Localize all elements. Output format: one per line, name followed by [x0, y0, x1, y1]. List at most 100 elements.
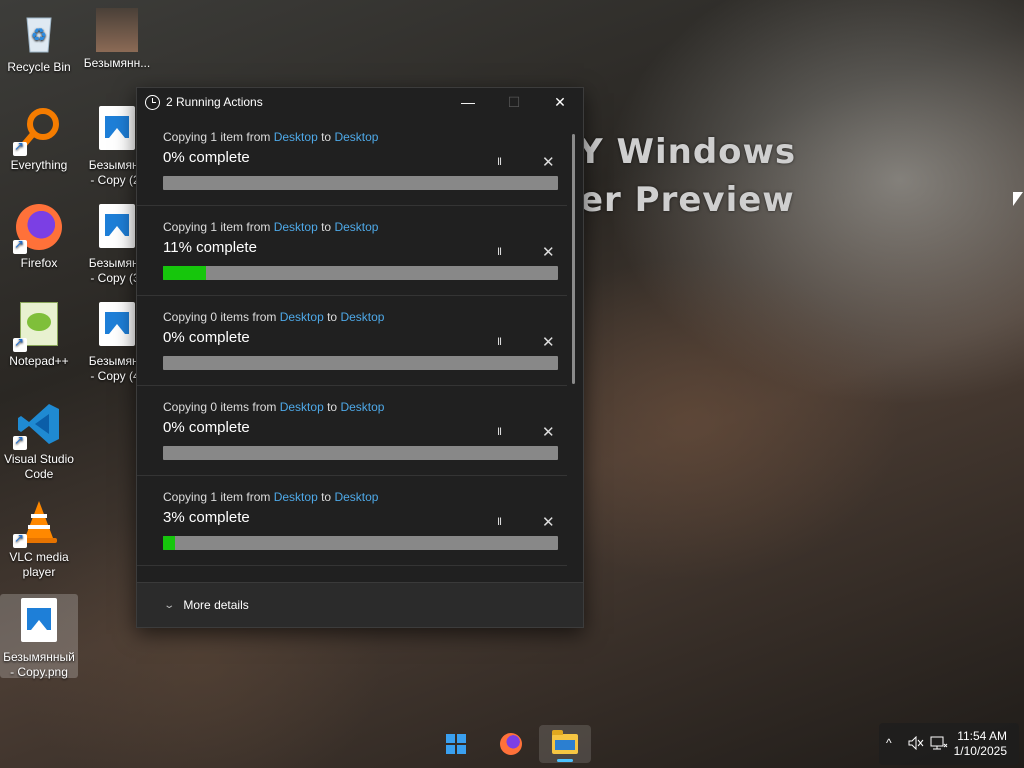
vlc-icon — [13, 498, 63, 548]
desktop-icon-label: Recycle Bin — [7, 60, 71, 74]
destination-link[interactable]: Desktop — [340, 310, 384, 324]
image-file-icon — [93, 204, 141, 252]
desktop-icon-label: Безымянн... — [83, 56, 151, 70]
action-item: Copying 0 items from Desktop to Desktop … — [137, 386, 567, 476]
progress-bar — [163, 536, 558, 550]
desktop-icon-label: Notepad++ — [9, 354, 69, 368]
cancel-icon[interactable]: ✕ — [542, 243, 555, 261]
desktop-icon-vscode[interactable]: Visual Studio Code — [0, 396, 78, 482]
scrollbar-thumb[interactable] — [572, 134, 575, 384]
source-link[interactable]: Desktop — [280, 310, 324, 324]
taskbar-file-explorer[interactable] — [539, 725, 591, 763]
progress-fill — [163, 536, 175, 550]
percent-complete: 0% complete — [163, 149, 250, 166]
running-actions-dialog: 2 Running Actions — ☐ ✕ Copying 1 item f… — [136, 87, 584, 628]
close-button[interactable]: ✕ — [537, 88, 583, 116]
image-file-icon — [15, 598, 63, 646]
action-item-partial — [137, 566, 567, 583]
file-explorer-icon — [552, 730, 578, 754]
shortcut-arrow-icon — [13, 139, 27, 156]
dialog-titlebar[interactable]: 2 Running Actions — ☐ ✕ — [137, 88, 583, 116]
system-tray: ^ 11:54 AM 1/10/2025 — [879, 723, 1019, 765]
show-hidden-icons-button[interactable]: ^ — [886, 736, 892, 750]
desktop-icon-vlc[interactable]: VLC media player — [0, 494, 78, 580]
desktop-icon-label: Безымянный - Copy.png — [3, 650, 75, 679]
desktop-icon-label: Firefox — [20, 256, 58, 270]
more-details-button[interactable]: ⌄ More details — [137, 582, 583, 627]
vscode-icon — [13, 400, 63, 450]
desktop-icon-label: Everything — [10, 158, 68, 172]
shortcut-arrow-icon — [13, 237, 27, 254]
percent-complete: 11% complete — [163, 239, 257, 256]
action-description: Copying 1 item from Desktop to Desktop — [163, 220, 379, 234]
shortcut-arrow-icon — [13, 531, 27, 548]
windows-logo-icon — [446, 734, 466, 754]
taskbar-firefox[interactable] — [485, 725, 537, 763]
percent-complete: 0% complete — [163, 329, 250, 346]
start-button[interactable] — [430, 725, 482, 763]
cancel-icon[interactable]: ✕ — [542, 333, 555, 351]
actions-list: Copying 1 item from Desktop to Desktop 0… — [137, 116, 567, 583]
clock-time: 11:54 AM — [957, 729, 1007, 743]
progress-fill — [163, 266, 207, 280]
image-file-icon — [93, 302, 141, 350]
recycle-bin-icon: ♻ — [15, 8, 63, 56]
pause-icon[interactable]: II — [497, 336, 502, 348]
desktop-icon-everything[interactable]: Everything — [0, 102, 78, 173]
source-link[interactable]: Desktop — [274, 220, 318, 234]
dialog-title: 2 Running Actions — [166, 95, 263, 109]
desktop-icon-copy-png[interactable]: Безымянный - Copy.png — [0, 594, 78, 679]
progress-bar — [163, 356, 558, 370]
notepadpp-icon — [13, 302, 63, 352]
pause-icon[interactable]: II — [497, 246, 502, 258]
desktop-icon-label: VLC media player — [9, 550, 69, 579]
source-link[interactable]: Desktop — [280, 400, 324, 414]
maximize-button: ☐ — [507, 93, 521, 110]
desktop-icon-recycle-bin[interactable]: ♻ Recycle Bin — [0, 4, 78, 75]
clock-icon — [145, 94, 160, 110]
desktop-icon-firefox[interactable]: Firefox — [0, 200, 78, 271]
pause-icon[interactable]: II — [497, 156, 502, 168]
firefox-icon — [13, 204, 63, 254]
desktop-icon-photo[interactable]: Безымянн... — [78, 4, 156, 71]
desktop-icon-label: Visual Studio Code — [4, 452, 74, 481]
cancel-icon[interactable]: ✕ — [542, 423, 555, 441]
clock-date: 1/10/2025 — [953, 744, 1007, 758]
wallpaper-text-line1: Y Windows — [578, 132, 797, 172]
percent-complete: 3% complete — [163, 509, 250, 526]
scrollbar[interactable] — [571, 134, 575, 584]
cancel-icon[interactable]: ✕ — [542, 513, 555, 531]
network-icon[interactable] — [930, 736, 948, 753]
destination-link[interactable]: Desktop — [334, 130, 378, 144]
action-description: Copying 1 item from Desktop to Desktop — [163, 490, 379, 504]
taskbar — [0, 720, 1024, 768]
wallpaper-text-line2: er Preview — [580, 180, 795, 220]
action-description: Copying 0 items from Desktop to Desktop — [163, 310, 385, 324]
speaker-muted-icon[interactable] — [908, 735, 924, 753]
destination-link[interactable]: Desktop — [334, 490, 378, 504]
svg-text:♻: ♻ — [31, 25, 47, 45]
chevron-down-icon: ⌄ — [163, 599, 176, 611]
everything-search-icon — [13, 106, 63, 156]
action-item: Copying 1 item from Desktop to Desktop 1… — [137, 206, 567, 296]
minimize-button[interactable]: — — [445, 88, 491, 116]
action-item: Copying 1 item from Desktop to Desktop 3… — [137, 476, 567, 566]
clock[interactable]: 11:54 AM 1/10/2025 — [954, 729, 1007, 759]
more-details-label: More details — [183, 598, 249, 612]
source-link[interactable]: Desktop — [274, 490, 318, 504]
pause-icon[interactable]: II — [497, 516, 502, 528]
desktop-icon-notepadpp[interactable]: Notepad++ — [0, 298, 78, 369]
progress-bar — [163, 266, 558, 280]
source-link[interactable]: Desktop — [274, 130, 318, 144]
image-file-icon — [93, 106, 141, 154]
action-item: Copying 0 items from Desktop to Desktop … — [137, 296, 567, 386]
destination-link[interactable]: Desktop — [340, 400, 384, 414]
cancel-icon[interactable]: ✕ — [542, 153, 555, 171]
shortcut-arrow-icon — [13, 335, 27, 352]
destination-link[interactable]: Desktop — [334, 220, 378, 234]
action-description: Copying 1 item from Desktop to Desktop — [163, 130, 379, 144]
action-item: Copying 1 item from Desktop to Desktop 0… — [137, 116, 567, 206]
progress-bar — [163, 176, 558, 190]
percent-complete: 0% complete — [163, 419, 250, 436]
pause-icon[interactable]: II — [497, 426, 502, 438]
